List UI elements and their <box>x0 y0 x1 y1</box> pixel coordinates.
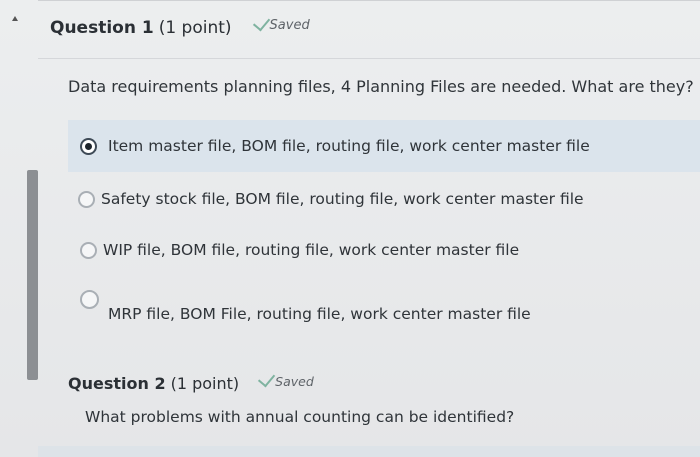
question-2-prompt: What problems with annual counting can b… <box>85 408 515 426</box>
answer-option-2[interactable]: Safety stock file, BOM file, routing fil… <box>68 186 700 212</box>
question-2-points: (1 point) <box>170 374 240 393</box>
question-2-title: Question 2 <box>68 374 166 393</box>
saved-label: Saved <box>275 374 314 389</box>
scroll-up-arrow-icon[interactable] <box>12 16 18 21</box>
answer-option-1[interactable]: Item master file, BOM file, routing file… <box>68 120 700 172</box>
radio-button[interactable] <box>80 241 97 259</box>
answer-area-top-edge <box>38 446 700 457</box>
question-1-prompt: Data requirements planning files, 4 Plan… <box>68 77 694 96</box>
radio-button-checked[interactable] <box>80 137 97 155</box>
quiz-page: Question 1 (1 point) Saved Data requirem… <box>0 0 700 457</box>
check-icon <box>252 13 270 32</box>
question-1-divider <box>38 58 700 59</box>
question-focus-indicator <box>27 170 38 380</box>
radio-button[interactable] <box>78 190 95 208</box>
question-1-title: Question 1 <box>50 18 154 38</box>
question-1-saved-status: Saved <box>252 13 310 33</box>
answer-option-3-label[interactable]: WIP file, BOM file, routing file, work c… <box>103 241 519 259</box>
saved-label: Saved <box>269 18 310 33</box>
answer-option-2-label[interactable]: Safety stock file, BOM file, routing fil… <box>101 190 584 208</box>
answer-option-3[interactable]: WIP file, BOM file, routing file, work c… <box>68 237 700 263</box>
question-1-points: (1 point) <box>158 18 232 38</box>
top-divider <box>38 0 700 1</box>
question-2-header: Question 2 (1 point) Saved <box>68 369 314 393</box>
answer-option-4-radio[interactable] <box>80 290 99 309</box>
question-1-header: Question 1 (1 point) Saved <box>50 13 310 38</box>
check-icon <box>258 369 276 388</box>
answer-option-1-label[interactable]: Item master file, BOM file, routing file… <box>108 137 590 155</box>
answer-option-4-label[interactable]: MRP file, BOM File, routing file, work c… <box>108 305 531 323</box>
question-2-saved-status: Saved <box>258 369 314 389</box>
